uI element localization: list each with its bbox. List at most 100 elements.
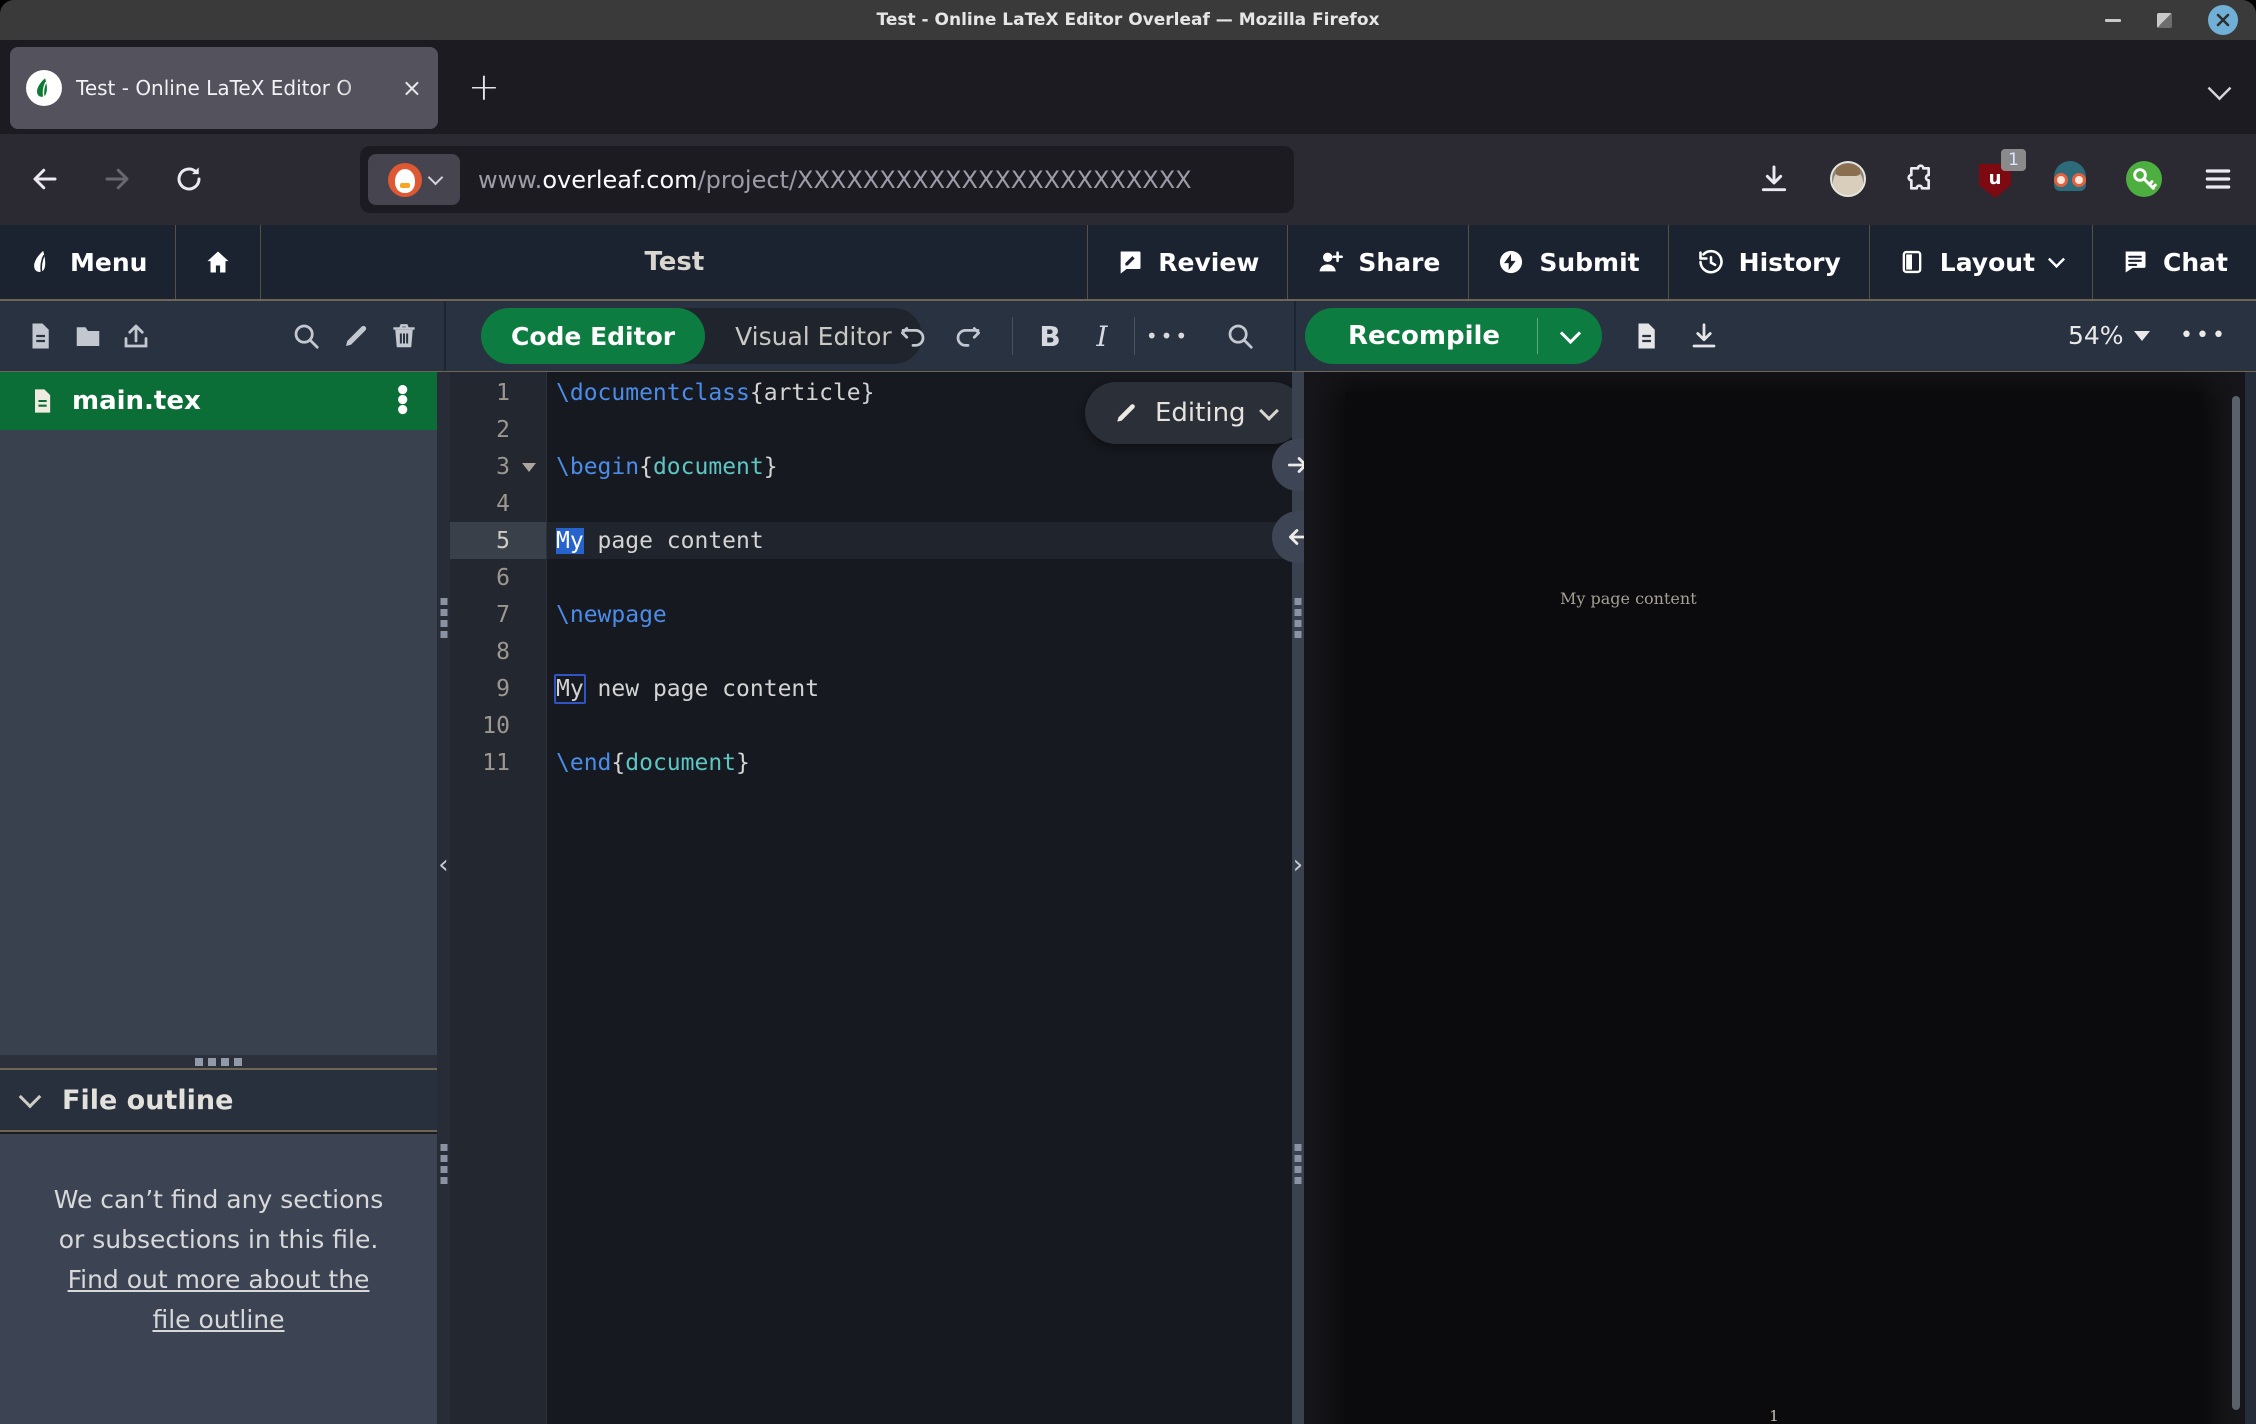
pdf-panel-resizer[interactable]: › [1292,372,1304,1424]
compile-logs-button[interactable] [1628,318,1664,354]
editor-line[interactable]: \begin{document} [547,448,1292,485]
close-button[interactable] [2208,5,2238,35]
pdf-scrollbar[interactable] [2232,396,2240,1410]
upload-button[interactable] [118,318,154,354]
search-in-editor-button[interactable] [1222,318,1258,354]
pdf-more-button[interactable]: ••• [2180,323,2228,348]
redo-button[interactable] [950,318,986,354]
history-icon [1697,248,1725,276]
editor-line[interactable]: My page content [547,522,1292,559]
gutter-line-number[interactable]: 10 [450,707,546,744]
italic-button[interactable]: I [1084,318,1120,354]
file-menu-kebab-icon[interactable]: ••• [394,386,411,416]
editing-mode-dropdown[interactable]: Editing [1085,382,1304,444]
forward-button[interactable] [94,156,140,202]
pdf-preview-panel[interactable]: My page content 1 [1304,372,2256,1424]
more-tools-button[interactable]: ••• [1150,318,1186,354]
recompile-options-button[interactable] [1538,331,1602,341]
upload-icon [121,321,151,351]
project-title[interactable]: Test [644,247,704,277]
find-file-button[interactable] [288,318,324,354]
gutter-line-number[interactable]: 8 [450,633,546,670]
gutter-line-number[interactable]: 9 [450,670,546,707]
list-tabs-chevron-icon[interactable] [2208,77,2232,101]
fold-arrow-icon[interactable] [522,463,536,472]
recompile-button[interactable]: Recompile [1305,308,1602,364]
ublock-origin-button[interactable]: u 1 [1978,161,2014,197]
downloads-button[interactable] [1756,161,1792,197]
folder-icon [73,321,103,351]
gutter-line-number[interactable]: 5 [450,522,546,559]
collapse-right-chevron-icon[interactable]: › [1293,852,1303,878]
account-avatar[interactable] [1830,161,1866,197]
history-button[interactable]: History [1669,225,1869,299]
menu-button[interactable]: Menu [0,225,175,299]
share-button[interactable]: Share [1288,225,1468,299]
file-tree-item-main-tex[interactable]: main.tex ••• [0,372,437,430]
layout-button[interactable]: Layout [1870,225,2092,299]
editor-line[interactable]: \newpage [547,596,1292,633]
editor-code[interactable]: \documentclass{article}\begin{document}M… [547,372,1292,1424]
gutter-line-number[interactable]: 6 [450,559,546,596]
chat-button[interactable]: Chat [2093,225,2256,299]
recompile-label: Recompile [1305,321,1537,351]
undo-button[interactable] [895,318,931,354]
back-button[interactable] [22,156,68,202]
pdf-zoom-dropdown[interactable]: 54% [2068,321,2150,350]
search-engine-chip[interactable] [368,154,460,205]
code-editor-tab[interactable]: Code Editor [481,308,705,364]
collapse-left-chevron-icon[interactable]: ‹ [438,852,448,878]
url-text[interactable]: www.overleaf.com/project/XXXXXXXXXXXXXXX… [478,166,1192,194]
new-file-button[interactable] [22,318,58,354]
bold-button[interactable]: B [1032,318,1068,354]
sidebar-resizer[interactable]: ‹ [437,372,450,1424]
maximize-button-icon[interactable] [2157,13,2172,28]
delete-button[interactable] [386,318,422,354]
code-token: page content [584,528,764,554]
code-editor[interactable]: 1234567891011 \documentclass{article}\be… [450,372,1292,1424]
resizer-grip-icon [1295,1144,1302,1184]
outline-help-link[interactable]: Find out more about the [0,1260,437,1300]
submit-button[interactable]: Submit [1469,225,1667,299]
gutter-line-number[interactable]: 1 [450,374,546,411]
minimize-button-icon[interactable] [2105,19,2121,22]
chevron-down-icon [2048,251,2065,268]
file-outline-header[interactable]: File outline [0,1068,437,1132]
privacy-extension-button[interactable] [2052,161,2088,197]
extensions-button[interactable] [1904,161,1940,197]
chevron-down-icon [1559,323,1580,344]
home-button[interactable] [176,225,260,299]
code-token: new page content [584,676,819,702]
tab-close-icon[interactable]: × [402,76,422,100]
document-icon [1631,321,1661,351]
new-folder-button[interactable] [70,318,106,354]
editor-mode-toggle: Code Editor Visual Editor [481,308,922,364]
editor-line[interactable] [547,559,1292,596]
browser-tab[interactable]: Test - Online LaTeX Editor O × [10,47,438,129]
password-manager-button[interactable] [2126,161,2162,197]
editor-line[interactable]: My new page content [547,670,1292,707]
gutter-line-number[interactable]: 11 [450,744,546,781]
editor-line[interactable]: \end{document} [547,744,1292,781]
new-tab-button[interactable]: + [468,68,500,106]
editor-line[interactable] [547,485,1292,522]
menu-label: Menu [70,248,147,277]
outline-help-link[interactable]: file outline [0,1300,437,1340]
gutter-line-number[interactable]: 4 [450,485,546,522]
menu-hamburger-button[interactable] [2200,161,2236,197]
review-button[interactable]: Review [1088,225,1287,299]
editor-line[interactable] [547,707,1292,744]
editor-line[interactable] [547,633,1292,670]
rename-button[interactable] [338,318,374,354]
gutter-line-number[interactable]: 2 [450,411,546,448]
url-bar[interactable]: www.overleaf.com/project/XXXXXXXXXXXXXXX… [360,146,1294,213]
visual-editor-tab[interactable]: Visual Editor [705,322,922,351]
share-icon [1316,248,1344,276]
gutter-line-number[interactable]: 3 [450,448,546,485]
outline-resize-handle[interactable] [0,1055,437,1068]
reload-button[interactable] [166,156,212,202]
chevron-down-icon [427,170,443,186]
file-outline-body: We can’t find any sections or subsection… [0,1134,437,1424]
download-pdf-button[interactable] [1686,318,1722,354]
gutter-line-number[interactable]: 7 [450,596,546,633]
